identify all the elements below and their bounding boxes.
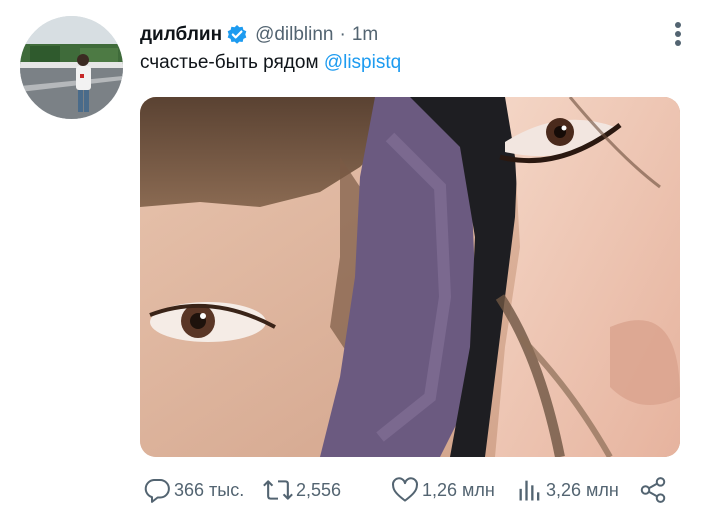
verified-badge-icon bbox=[226, 24, 248, 46]
share-button[interactable] bbox=[638, 475, 668, 505]
more-dot bbox=[675, 31, 681, 37]
retweet-icon bbox=[262, 475, 294, 505]
tweet-timestamp[interactable]: 1m bbox=[352, 24, 378, 46]
author-display-name[interactable]: дилблин bbox=[140, 24, 222, 46]
views-count: 3,26 млн bbox=[546, 479, 619, 500]
tweet-media-photo[interactable] bbox=[140, 97, 680, 457]
reply-count: 366 тыс. bbox=[174, 479, 245, 500]
avatar-image bbox=[20, 16, 123, 119]
more-dot bbox=[675, 40, 681, 46]
tweet-text: счастье-быть рядом @lispistq bbox=[140, 50, 401, 76]
views-button[interactable]: 3,26 млн bbox=[516, 475, 619, 505]
heart-icon bbox=[390, 475, 420, 505]
more-options-icon[interactable] bbox=[668, 20, 688, 48]
author-handle[interactable]: @dilblinn bbox=[255, 24, 333, 46]
tweet-action-bar: 366 тыс. 2,556 1,26 млн 3,26 млн bbox=[140, 473, 680, 507]
retweet-count: 2,556 bbox=[296, 479, 342, 500]
separator-dot: · bbox=[339, 24, 346, 45]
reply-icon bbox=[142, 475, 172, 505]
tweet-body-text: счастье-быть рядом bbox=[140, 52, 319, 73]
tweet-header: дилблин @dilblinn · 1m bbox=[140, 22, 378, 48]
author-avatar[interactable] bbox=[20, 16, 123, 119]
more-dot bbox=[675, 22, 681, 28]
like-count: 1,26 млн bbox=[422, 479, 495, 500]
like-button[interactable]: 1,26 млн bbox=[390, 475, 495, 505]
mention-link[interactable]: @lispistq bbox=[324, 52, 401, 73]
views-chart-icon bbox=[516, 475, 544, 505]
share-icon bbox=[638, 475, 668, 505]
reply-button[interactable]: 366 тыс. bbox=[142, 475, 244, 505]
retweet-button[interactable]: 2,556 bbox=[262, 475, 341, 505]
selfie-image bbox=[140, 97, 680, 457]
